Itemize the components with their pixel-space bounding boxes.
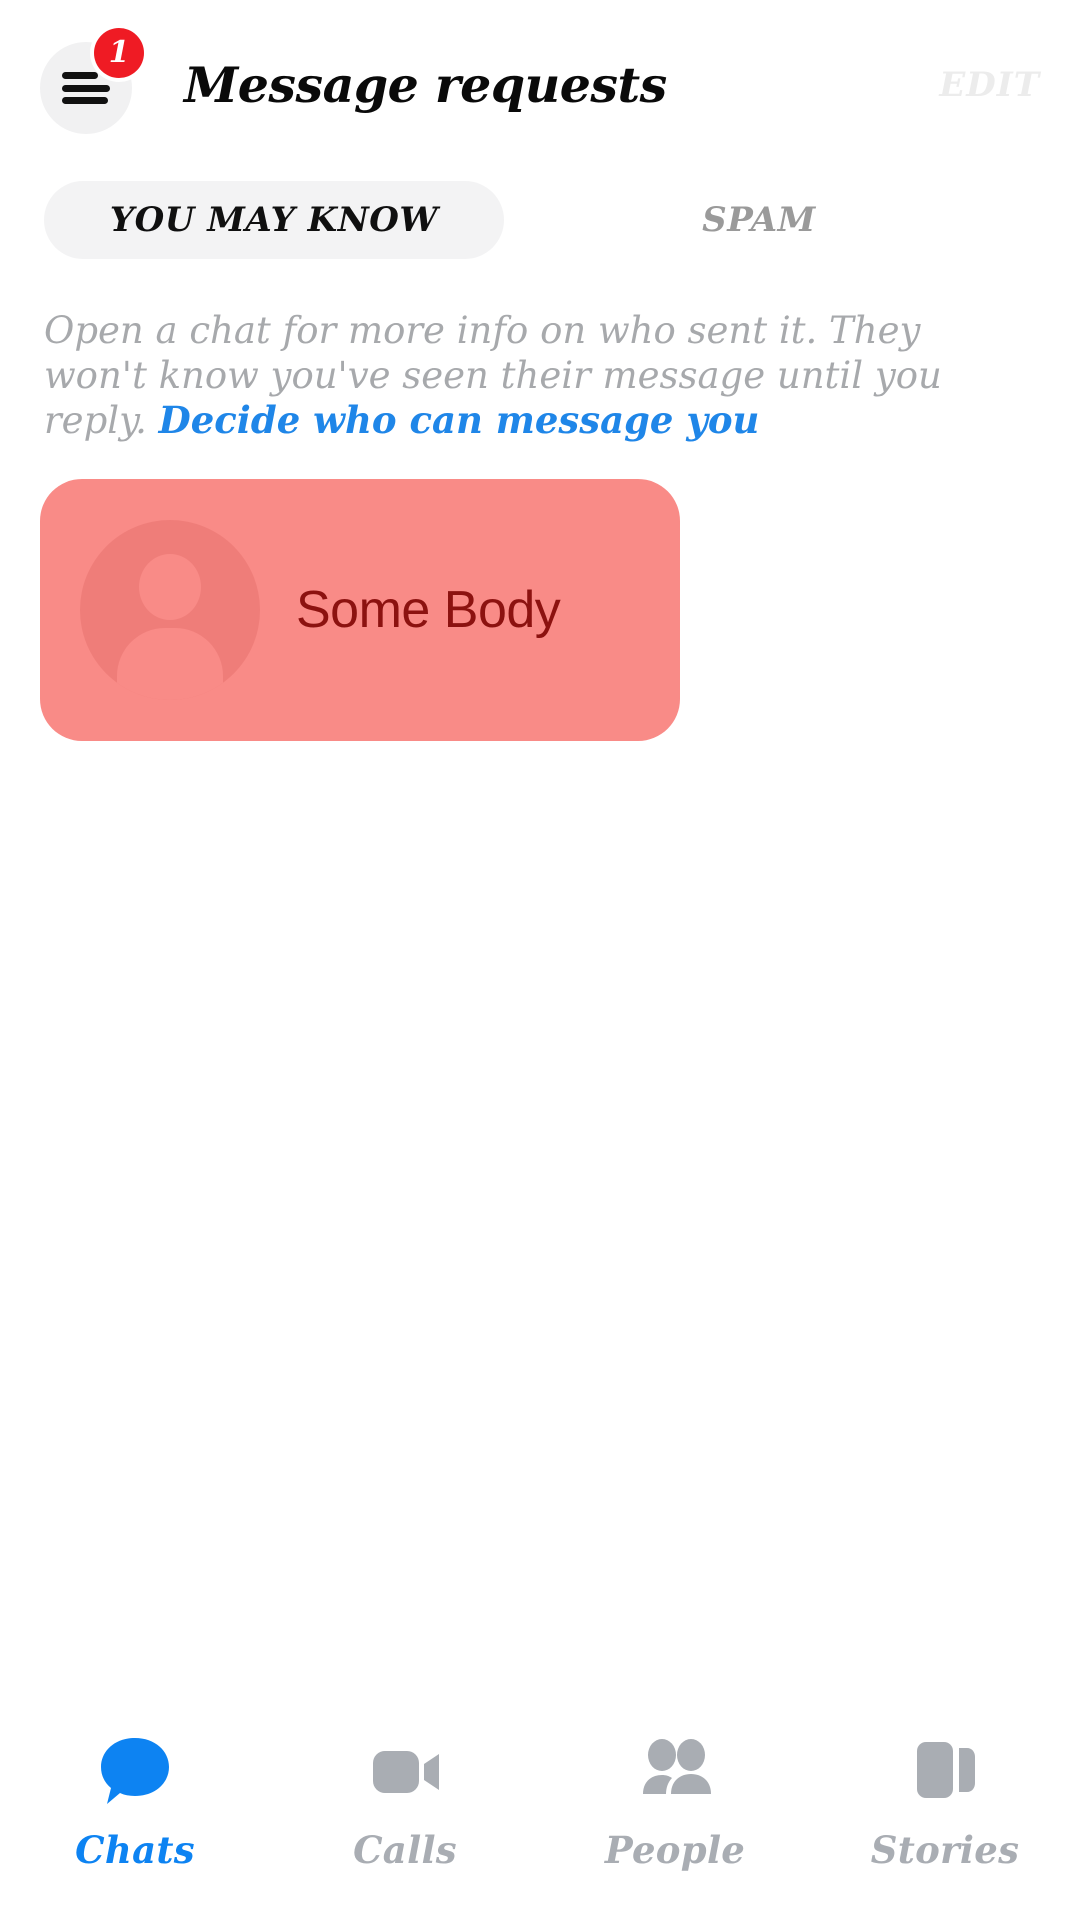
nav-item-chats[interactable]: Chats [0, 1732, 270, 1872]
decide-who-can-message-link[interactable]: Decide who can message you [159, 398, 760, 442]
message-request-row[interactable]: Some Body [40, 479, 680, 742]
nav-label-chats: Chats [75, 1828, 195, 1872]
video-camera-icon [365, 1732, 445, 1810]
nav-label-people: People [604, 1828, 746, 1872]
request-tabs: YOU MAY KNOW SPAM [0, 170, 1080, 270]
tab-you-may-know[interactable]: YOU MAY KNOW [44, 181, 504, 259]
bottom-navigation: Chats Calls People Stories [0, 1720, 1080, 1920]
hamburger-menu-icon [62, 72, 110, 104]
tab-spam[interactable]: SPAM [584, 181, 934, 259]
stories-cards-icon [905, 1732, 985, 1810]
menu-notification-badge: 1 [94, 28, 144, 78]
page-title: Message requests [184, 56, 667, 114]
request-sender-name: Some Body [296, 581, 561, 640]
edit-button[interactable]: EDIT [939, 65, 1040, 105]
hamburger-menu-button[interactable]: 1 [40, 28, 144, 134]
nav-item-calls[interactable]: Calls [270, 1732, 540, 1872]
person-placeholder-icon [80, 520, 260, 701]
nav-label-stories: Stories [870, 1828, 1020, 1872]
chat-bubble-icon [95, 1732, 175, 1810]
app-header: 1 Message requests EDIT [0, 0, 1080, 170]
nav-item-people[interactable]: People [540, 1732, 810, 1872]
people-icon [635, 1732, 715, 1810]
requests-description: Open a chat for more info on who sent it… [0, 270, 1040, 443]
message-requests-screen: 1 Message requests EDIT YOU MAY KNOW SPA… [0, 0, 1080, 1920]
nav-item-stories[interactable]: Stories [810, 1732, 1080, 1872]
request-list: Some Body [0, 443, 1080, 742]
nav-label-calls: Calls [353, 1828, 457, 1872]
